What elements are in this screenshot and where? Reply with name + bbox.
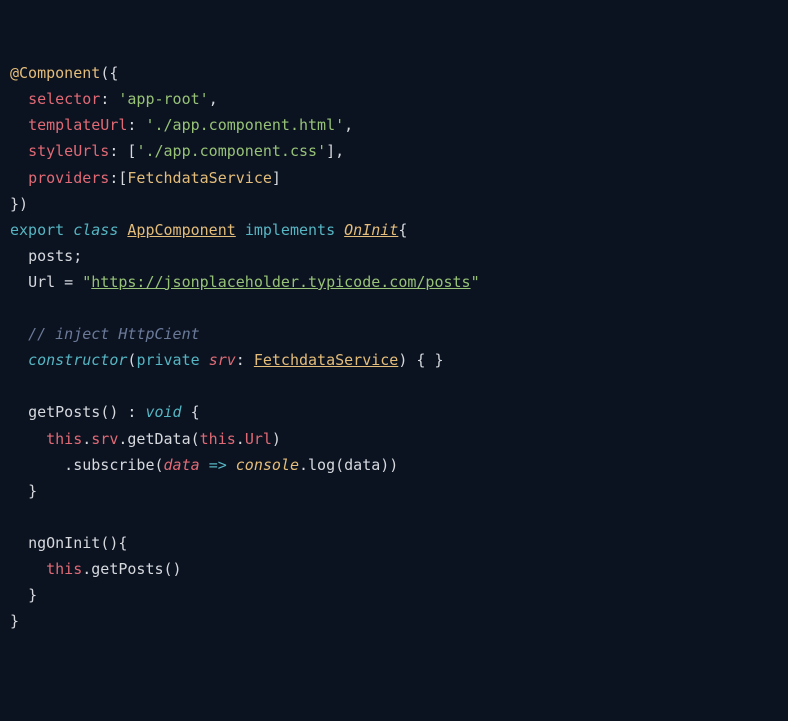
kw-this: this	[46, 430, 82, 448]
comma: ,	[209, 90, 218, 108]
indent	[10, 403, 28, 421]
param: srv	[209, 351, 236, 369]
kw-void: void	[145, 403, 181, 421]
semi: ;	[73, 247, 82, 265]
brace: {	[398, 221, 407, 239]
indent	[10, 482, 28, 500]
kw-this: this	[200, 430, 236, 448]
close: ) { }	[398, 351, 443, 369]
indent	[10, 351, 28, 369]
arrow: =>	[209, 456, 227, 474]
quote: '	[335, 116, 344, 134]
type: FetchdataService	[127, 169, 272, 187]
space	[335, 221, 344, 239]
indent-dot: .	[10, 456, 73, 474]
indent	[10, 325, 28, 343]
indent	[10, 247, 28, 265]
call: subscribe	[73, 456, 154, 474]
prop-key: styleUrls	[28, 142, 109, 160]
quote: "	[471, 273, 480, 291]
paren: (	[155, 456, 164, 474]
space	[227, 456, 236, 474]
indent	[10, 534, 28, 552]
bracket-comma: ],	[326, 142, 344, 160]
punc: ({	[100, 64, 118, 82]
colon: :	[100, 90, 118, 108]
bracket: ]	[272, 169, 281, 187]
paren: (	[191, 430, 200, 448]
kw-constructor: constructor	[28, 351, 127, 369]
dot: .	[82, 560, 91, 578]
indent	[10, 560, 46, 578]
string: ./app.component.css	[145, 142, 317, 160]
space	[236, 221, 245, 239]
comment: // inject HttpCient	[28, 325, 200, 343]
quote: "	[82, 273, 91, 291]
decorator-name: Component	[19, 64, 100, 82]
code-block: @Component({ selector: 'app-root', templ…	[10, 60, 778, 634]
dot: .	[299, 456, 308, 474]
brace: }	[28, 586, 37, 604]
colon: :	[236, 351, 254, 369]
interface-name: OnInit	[344, 221, 398, 239]
quote: '	[145, 116, 154, 134]
indent	[10, 273, 28, 291]
colon-bracket: :[	[109, 169, 127, 187]
string: app-root	[127, 90, 199, 108]
paren-colon: () :	[100, 403, 145, 421]
kw-export: export	[10, 221, 64, 239]
call: getData	[127, 430, 190, 448]
kw-implements: implements	[245, 221, 335, 239]
field: posts	[28, 247, 73, 265]
dot: .	[236, 430, 245, 448]
close-paren-brace: })	[10, 195, 28, 213]
indent	[10, 142, 28, 160]
quote: '	[317, 142, 326, 160]
string: ./app.component.html	[155, 116, 336, 134]
indent	[10, 586, 28, 604]
prop-key: templateUrl	[28, 116, 127, 134]
kw-private: private	[136, 351, 199, 369]
dot: .	[82, 430, 91, 448]
quote: '	[200, 90, 209, 108]
decorator-at: @	[10, 64, 19, 82]
prop-key: providers	[28, 169, 109, 187]
space	[200, 456, 209, 474]
colon-bracket: : [	[109, 142, 136, 160]
space	[200, 351, 209, 369]
indent	[10, 430, 46, 448]
indent	[10, 169, 28, 187]
prop: Url	[245, 430, 272, 448]
prop-key: selector	[28, 90, 100, 108]
type: FetchdataService	[254, 351, 399, 369]
call: getPosts	[91, 560, 163, 578]
colon: :	[127, 116, 145, 134]
method: getPosts	[28, 403, 100, 421]
brace: {	[182, 403, 200, 421]
brace: }	[10, 612, 19, 630]
comma: ,	[344, 116, 353, 134]
brace: }	[28, 482, 37, 500]
paren: ))	[380, 456, 398, 474]
class-name: AppComponent	[127, 221, 235, 239]
console: console	[236, 456, 299, 474]
url-string: https://jsonplaceholder.typicode.com/pos…	[91, 273, 470, 291]
prop: srv	[91, 430, 118, 448]
kw-class: class	[73, 221, 118, 239]
kw-this: this	[46, 560, 82, 578]
equals: =	[55, 273, 82, 291]
call: log	[308, 456, 335, 474]
indent	[10, 116, 28, 134]
indent	[10, 90, 28, 108]
paren: ()	[164, 560, 182, 578]
paren: )	[272, 430, 281, 448]
arg: data	[344, 456, 380, 474]
paren: (	[335, 456, 344, 474]
method: ngOnInit	[28, 534, 100, 552]
space	[64, 221, 73, 239]
field: Url	[28, 273, 55, 291]
paren-brace: (){	[100, 534, 127, 552]
param: data	[164, 456, 200, 474]
